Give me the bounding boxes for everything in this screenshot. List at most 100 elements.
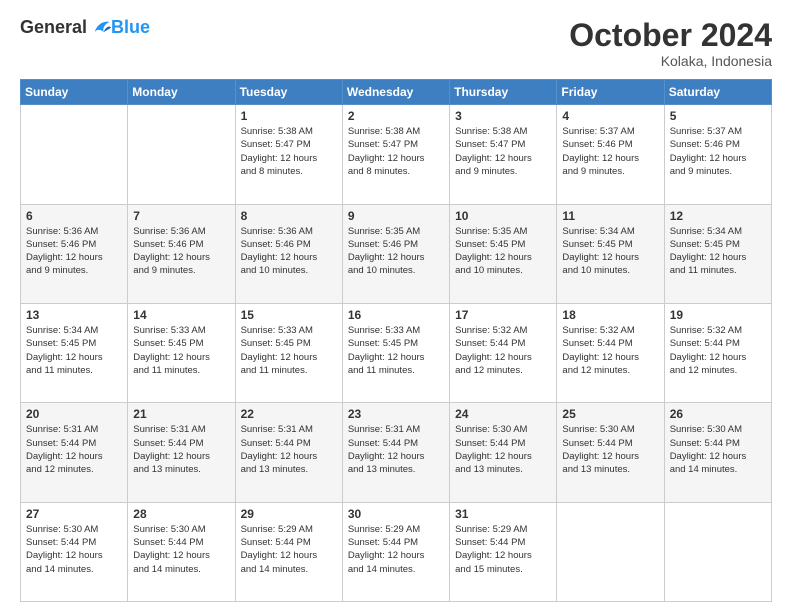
- page: General Blue October 2024 Kolaka, Indone…: [0, 0, 792, 612]
- day-info: Sunrise: 5:31 AMSunset: 5:44 PMDaylight:…: [241, 423, 337, 476]
- day-number: 4: [562, 109, 658, 123]
- calendar-cell: 21 Sunrise: 5:31 AMSunset: 5:44 PMDayligh…: [128, 403, 235, 502]
- day-number: 12: [670, 209, 766, 223]
- calendar-cell: 26 Sunrise: 5:30 AMSunset: 5:44 PMDayligh…: [664, 403, 771, 502]
- day-number: 18: [562, 308, 658, 322]
- day-number: 11: [562, 209, 658, 223]
- logo-text: General Blue: [20, 18, 150, 36]
- day-number: 25: [562, 407, 658, 421]
- day-number: 17: [455, 308, 551, 322]
- day-info: Sunrise: 5:37 AMSunset: 5:46 PMDaylight:…: [670, 125, 766, 178]
- day-info: Sunrise: 5:36 AMSunset: 5:46 PMDaylight:…: [26, 225, 122, 278]
- day-number: 6: [26, 209, 122, 223]
- day-number: 19: [670, 308, 766, 322]
- day-number: 28: [133, 507, 229, 521]
- day-header-saturday: Saturday: [664, 80, 771, 105]
- week-row-5: 27 Sunrise: 5:30 AMSunset: 5:44 PMDayligh…: [21, 502, 772, 601]
- calendar-cell: 8 Sunrise: 5:36 AMSunset: 5:46 PMDaylight…: [235, 204, 342, 303]
- day-number: 29: [241, 507, 337, 521]
- day-info: Sunrise: 5:37 AMSunset: 5:46 PMDaylight:…: [562, 125, 658, 178]
- day-header-sunday: Sunday: [21, 80, 128, 105]
- calendar-cell: 10Sunrise: 5:35 AMSunset: 5:45 PMDayligh…: [450, 204, 557, 303]
- week-row-2: 6 Sunrise: 5:36 AMSunset: 5:46 PMDaylight…: [21, 204, 772, 303]
- calendar-cell: 30Sunrise: 5:29 AMSunset: 5:44 PMDayligh…: [342, 502, 449, 601]
- calendar: SundayMondayTuesdayWednesdayThursdayFrid…: [20, 79, 772, 602]
- day-header-monday: Monday: [128, 80, 235, 105]
- day-info: Sunrise: 5:34 AMSunset: 5:45 PMDaylight:…: [670, 225, 766, 278]
- day-info: Sunrise: 5:29 AMSunset: 5:44 PMDaylight:…: [348, 523, 444, 576]
- calendar-cell: [128, 105, 235, 204]
- day-number: 15: [241, 308, 337, 322]
- calendar-cell: 3 Sunrise: 5:38 AMSunset: 5:47 PMDaylight…: [450, 105, 557, 204]
- day-info: Sunrise: 5:30 AMSunset: 5:44 PMDaylight:…: [26, 523, 122, 576]
- calendar-cell: 19Sunrise: 5:32 AMSunset: 5:44 PMDayligh…: [664, 303, 771, 402]
- day-info: Sunrise: 5:33 AMSunset: 5:45 PMDaylight:…: [241, 324, 337, 377]
- calendar-cell: 25 Sunrise: 5:30 AMSunset: 5:44 PMDayligh…: [557, 403, 664, 502]
- week-row-4: 20Sunrise: 5:31 AMSunset: 5:44 PMDayligh…: [21, 403, 772, 502]
- day-info: Sunrise: 5:30 AMSunset: 5:44 PMDaylight:…: [562, 423, 658, 476]
- logo-general: General: [20, 18, 87, 36]
- week-row-1: 1 Sunrise: 5:38 AMSunset: 5:47 PMDaylight…: [21, 105, 772, 204]
- day-info: Sunrise: 5:30 AMSunset: 5:44 PMDaylight:…: [670, 423, 766, 476]
- calendar-cell: 16Sunrise: 5:33 AMSunset: 5:45 PMDayligh…: [342, 303, 449, 402]
- day-info: Sunrise: 5:35 AMSunset: 5:45 PMDaylight:…: [455, 225, 551, 278]
- logo-bird-icon: [89, 18, 111, 36]
- day-number: 7: [133, 209, 229, 223]
- calendar-cell: 15 Sunrise: 5:33 AMSunset: 5:45 PMDayligh…: [235, 303, 342, 402]
- day-info: Sunrise: 5:34 AMSunset: 5:45 PMDaylight:…: [562, 225, 658, 278]
- calendar-cell: 7Sunrise: 5:36 AMSunset: 5:46 PMDaylight…: [128, 204, 235, 303]
- day-info: Sunrise: 5:32 AMSunset: 5:44 PMDaylight:…: [562, 324, 658, 377]
- calendar-cell: 28 Sunrise: 5:30 AMSunset: 5:44 PMDayligh…: [128, 502, 235, 601]
- title-block: October 2024 Kolaka, Indonesia: [569, 18, 772, 69]
- day-info: Sunrise: 5:35 AMSunset: 5:46 PMDaylight:…: [348, 225, 444, 278]
- day-info: Sunrise: 5:30 AMSunset: 5:44 PMDaylight:…: [455, 423, 551, 476]
- day-number: 1: [241, 109, 337, 123]
- logo-blue: Blue: [111, 18, 150, 36]
- week-row-3: 13Sunrise: 5:34 AMSunset: 5:45 PMDayligh…: [21, 303, 772, 402]
- day-number: 8: [241, 209, 337, 223]
- calendar-cell: 13Sunrise: 5:34 AMSunset: 5:45 PMDayligh…: [21, 303, 128, 402]
- day-number: 22: [241, 407, 337, 421]
- calendar-cell: 1 Sunrise: 5:38 AMSunset: 5:47 PMDaylight…: [235, 105, 342, 204]
- calendar-cell: 17Sunrise: 5:32 AMSunset: 5:44 PMDayligh…: [450, 303, 557, 402]
- calendar-cell: [21, 105, 128, 204]
- calendar-cell: 2Sunrise: 5:38 AMSunset: 5:47 PMDaylight…: [342, 105, 449, 204]
- calendar-cell: 12 Sunrise: 5:34 AMSunset: 5:45 PMDayligh…: [664, 204, 771, 303]
- day-info: Sunrise: 5:38 AMSunset: 5:47 PMDaylight:…: [455, 125, 551, 178]
- day-header-friday: Friday: [557, 80, 664, 105]
- calendar-cell: 18 Sunrise: 5:32 AMSunset: 5:44 PMDayligh…: [557, 303, 664, 402]
- day-info: Sunrise: 5:38 AMSunset: 5:47 PMDaylight:…: [348, 125, 444, 178]
- day-number: 3: [455, 109, 551, 123]
- calendar-cell: [664, 502, 771, 601]
- day-number: 21: [133, 407, 229, 421]
- calendar-cell: 5 Sunrise: 5:37 AMSunset: 5:46 PMDaylight…: [664, 105, 771, 204]
- day-header-thursday: Thursday: [450, 80, 557, 105]
- day-info: Sunrise: 5:29 AMSunset: 5:44 PMDaylight:…: [241, 523, 337, 576]
- calendar-cell: [557, 502, 664, 601]
- day-info: Sunrise: 5:36 AMSunset: 5:46 PMDaylight:…: [241, 225, 337, 278]
- calendar-header-row: SundayMondayTuesdayWednesdayThursdayFrid…: [21, 80, 772, 105]
- day-number: 27: [26, 507, 122, 521]
- calendar-cell: 6 Sunrise: 5:36 AMSunset: 5:46 PMDaylight…: [21, 204, 128, 303]
- day-info: Sunrise: 5:31 AMSunset: 5:44 PMDaylight:…: [133, 423, 229, 476]
- day-number: 26: [670, 407, 766, 421]
- calendar-cell: 24 Sunrise: 5:30 AMSunset: 5:44 PMDayligh…: [450, 403, 557, 502]
- calendar-cell: 20Sunrise: 5:31 AMSunset: 5:44 PMDayligh…: [21, 403, 128, 502]
- day-number: 31: [455, 507, 551, 521]
- calendar-cell: 27 Sunrise: 5:30 AMSunset: 5:44 PMDayligh…: [21, 502, 128, 601]
- day-number: 16: [348, 308, 444, 322]
- day-number: 24: [455, 407, 551, 421]
- day-info: Sunrise: 5:34 AMSunset: 5:45 PMDaylight:…: [26, 324, 122, 377]
- day-header-tuesday: Tuesday: [235, 80, 342, 105]
- day-info: Sunrise: 5:30 AMSunset: 5:44 PMDaylight:…: [133, 523, 229, 576]
- calendar-cell: 29 Sunrise: 5:29 AMSunset: 5:44 PMDayligh…: [235, 502, 342, 601]
- day-info: Sunrise: 5:31 AMSunset: 5:44 PMDaylight:…: [26, 423, 122, 476]
- calendar-cell: 14Sunrise: 5:33 AMSunset: 5:45 PMDayligh…: [128, 303, 235, 402]
- day-info: Sunrise: 5:38 AMSunset: 5:47 PMDaylight:…: [241, 125, 337, 178]
- calendar-cell: 11 Sunrise: 5:34 AMSunset: 5:45 PMDayligh…: [557, 204, 664, 303]
- calendar-cell: 4 Sunrise: 5:37 AMSunset: 5:46 PMDaylight…: [557, 105, 664, 204]
- month-title: October 2024: [569, 18, 772, 53]
- day-number: 5: [670, 109, 766, 123]
- calendar-cell: 9Sunrise: 5:35 AMSunset: 5:46 PMDaylight…: [342, 204, 449, 303]
- header: General Blue October 2024 Kolaka, Indone…: [20, 18, 772, 69]
